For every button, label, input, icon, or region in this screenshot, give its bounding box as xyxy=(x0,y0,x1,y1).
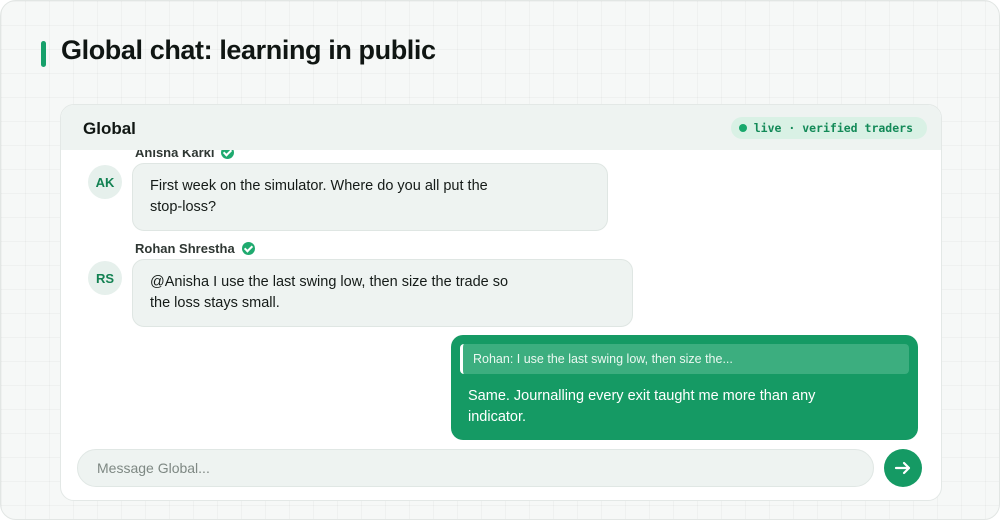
avatar[interactable]: RS xyxy=(88,261,122,295)
chat-panel: Global live · verified traders Anisha Ka… xyxy=(60,104,942,501)
avatar[interactable]: AK xyxy=(88,165,122,199)
message-input[interactable] xyxy=(77,449,874,487)
page-title: Global chat: learning in public xyxy=(61,35,436,65)
sender-name: Anisha Karki xyxy=(135,150,215,160)
message-bubble: @Anisha I use the last swing low, then s… xyxy=(132,259,633,327)
message-line: the loss stays small. xyxy=(150,295,280,311)
verified-check-icon xyxy=(221,150,235,159)
verified-check-icon xyxy=(241,242,255,255)
page: Global chat: learning in public Global l… xyxy=(0,0,1000,520)
message-line: stop-loss? xyxy=(150,199,217,215)
message-line: indicator. xyxy=(468,409,527,425)
send-button[interactable] xyxy=(884,449,922,487)
arrow-right-icon xyxy=(894,461,911,475)
message-bubble: First week on the simulator. Where do yo… xyxy=(132,163,608,231)
outgoing-message-bubble: Rohan: I use the last swing low, then si… xyxy=(451,335,918,440)
message-list[interactable]: Anisha Karki AK First week on the simula… xyxy=(61,150,941,442)
title-accent-bar xyxy=(41,41,46,67)
chat-header: Global live · verified traders xyxy=(61,105,941,150)
message-sender: Anisha Karki xyxy=(135,150,235,160)
message-line: First week on the simulator. Where do yo… xyxy=(150,178,488,194)
reply-quote[interactable]: Rohan: I use the last swing low, then si… xyxy=(460,344,909,374)
chat-title: Global xyxy=(83,119,136,138)
status-text: live · verified traders xyxy=(753,121,913,135)
message-line: Same. Journalling every exit taught me m… xyxy=(468,388,816,404)
message-line: @Anisha I use the last swing low, then s… xyxy=(150,274,509,290)
message-text: Same. Journalling every exit taught me m… xyxy=(460,374,909,428)
status-badge: live · verified traders xyxy=(730,117,927,139)
live-dot-icon xyxy=(738,124,747,132)
message-sender: Rohan Shrestha xyxy=(135,241,255,256)
sender-name: Rohan Shrestha xyxy=(135,241,235,256)
